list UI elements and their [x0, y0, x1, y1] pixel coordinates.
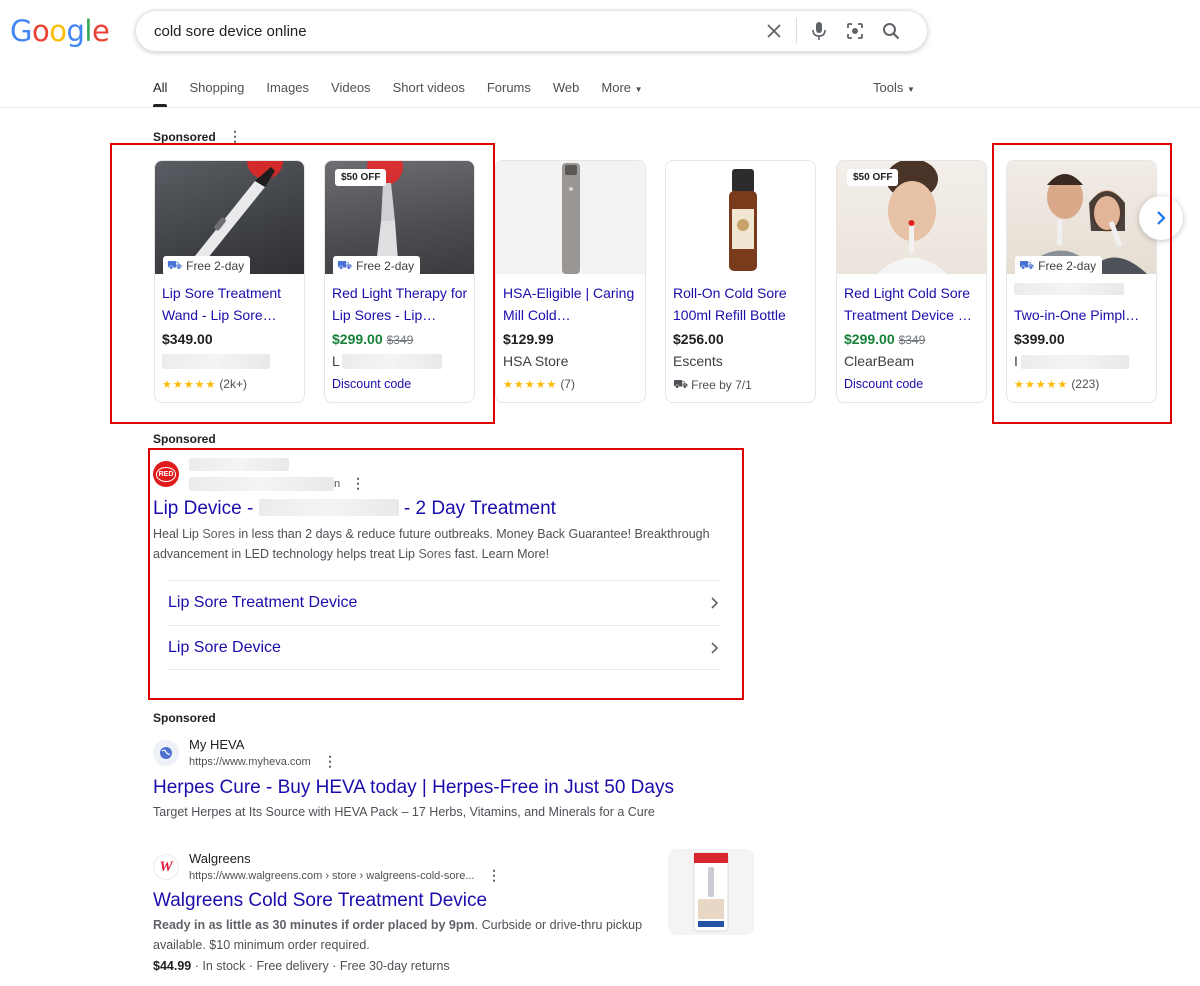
microphone-icon[interactable]: [801, 21, 837, 41]
chevron-right-icon: [711, 597, 719, 609]
clear-icon[interactable]: [756, 23, 792, 39]
ad-title[interactable]: Walgreens Cold Sore Treatment Device: [153, 890, 487, 912]
discount-code-link[interactable]: Discount code: [844, 377, 923, 391]
roll-on-bottle-image: [666, 161, 815, 274]
product-store: ClearBeam: [844, 353, 915, 369]
more-options-icon[interactable]: ⋮: [351, 475, 365, 492]
sponsored-label: Sponsored: [153, 130, 216, 144]
more-options-icon[interactable]: ⋮: [487, 867, 501, 884]
product-price: $129.99: [503, 331, 554, 347]
product-thumbnail-image[interactable]: [668, 849, 754, 935]
tab-all[interactable]: All: [153, 80, 168, 107]
ad-title[interactable]: Herpes Cure - Buy HEVA today | Herpes-Fr…: [153, 777, 674, 799]
product-card[interactable]: $50 OFF Red Light Cold Sore Treatment De…: [836, 160, 987, 403]
google-logo[interactable]: Google: [10, 14, 110, 48]
blurred-site-name: [189, 458, 289, 471]
advertiser-logo-icon: RED: [153, 461, 179, 487]
globe-icon: [153, 740, 179, 766]
search-icon[interactable]: [873, 22, 909, 40]
product-card[interactable]: HSA-Eligible | Caring Mill Cold… $129.99…: [495, 160, 646, 403]
tab-short-videos[interactable]: Short videos: [393, 80, 465, 107]
tab-shopping[interactable]: Shopping: [189, 80, 244, 107]
original-price: $349: [898, 333, 926, 347]
product-rating: ★★★★★ (7): [503, 377, 575, 391]
site-name: My HEVA: [189, 737, 245, 752]
sponsored-label: Sponsored: [153, 432, 216, 446]
header-divider: [0, 107, 1200, 108]
product-card[interactable]: Roll-On Cold Sore 100ml Refill Bottle $2…: [665, 160, 816, 403]
more-options-icon[interactable]: ⋮: [323, 753, 337, 770]
site-url-tail: n: [334, 478, 341, 490]
sponsored-label: Sponsored: [153, 711, 216, 725]
tools-button[interactable]: Tools ▼: [873, 80, 915, 95]
product-title[interactable]: HSA-Eligible | Caring Mill Cold…: [503, 282, 641, 326]
truck-icon: ⛟: [673, 377, 689, 391]
sitelink-lip-sore-treatment-device[interactable]: Lip Sore Treatment Device: [168, 580, 720, 625]
tab-web[interactable]: Web: [553, 80, 580, 107]
site-url: https://www.walgreens.com › store › walg…: [189, 870, 475, 882]
highlight-box: [110, 143, 495, 424]
silver-device-image: [496, 161, 645, 274]
sitelink-lip-sore-device[interactable]: Lip Sore Device: [168, 625, 720, 670]
product-store: HSA Store: [503, 353, 569, 369]
product-price: $299.00 $349: [844, 331, 926, 347]
search-bar[interactable]: cold sore device online: [135, 10, 928, 52]
camera-lens-icon[interactable]: [837, 21, 873, 41]
product-store: Escents: [673, 353, 723, 369]
product-title[interactable]: Red Light Cold Sore Treatment Device …: [844, 282, 982, 326]
ad-description: Heal Lip Sores in less than 2 days & red…: [153, 527, 710, 561]
caret-down-icon: ▼: [906, 85, 915, 94]
tab-videos[interactable]: Videos: [331, 80, 371, 107]
site-url: https://www.myheva.com: [189, 756, 311, 768]
product-price: $256.00: [673, 331, 724, 347]
tab-more[interactable]: More ▼: [601, 80, 642, 107]
blurred-site-url: [189, 477, 334, 491]
blurred-brand-name: [258, 499, 399, 516]
walgreens-logo-icon: W: [153, 854, 179, 880]
ad-title[interactable]: Lip Device - - 2 Day Treatment: [153, 498, 556, 520]
tab-forums[interactable]: Forums: [487, 80, 531, 107]
search-tabs: All Shopping Images Videos Short videos …: [153, 80, 665, 107]
tab-images[interactable]: Images: [266, 80, 309, 107]
discount-badge: $50 OFF: [847, 169, 899, 186]
ad-price-info: $44.99 · In stock · Free delivery · Free…: [153, 959, 450, 973]
delivery-info: ⛟ Free by 7/1: [673, 377, 752, 392]
highlight-box: [992, 143, 1172, 424]
search-input[interactable]: cold sore device online: [154, 23, 756, 40]
site-name: Walgreens: [189, 851, 251, 866]
caret-down-icon: ▼: [634, 85, 643, 94]
ad-description: Ready in as little as 30 minutes if orde…: [153, 918, 643, 952]
ad-description: Target Herpes at Its Source with HEVA Pa…: [153, 805, 655, 819]
search-divider: [796, 18, 797, 44]
chevron-right-icon: [711, 641, 719, 654]
product-title[interactable]: Roll-On Cold Sore 100ml Refill Bottle: [673, 282, 811, 326]
